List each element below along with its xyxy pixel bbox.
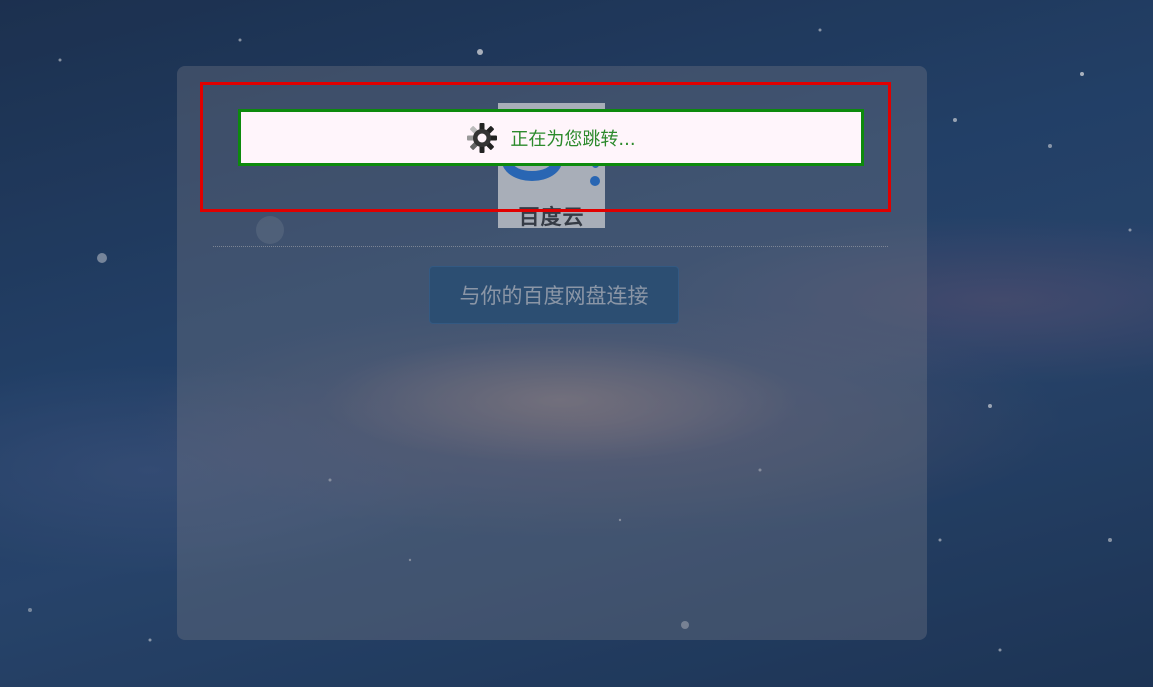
loading-gear-icon (467, 122, 498, 153)
redirect-notice: 正在为您跳转... (238, 109, 864, 166)
redirect-text: 正在为您跳转... (510, 128, 636, 150)
